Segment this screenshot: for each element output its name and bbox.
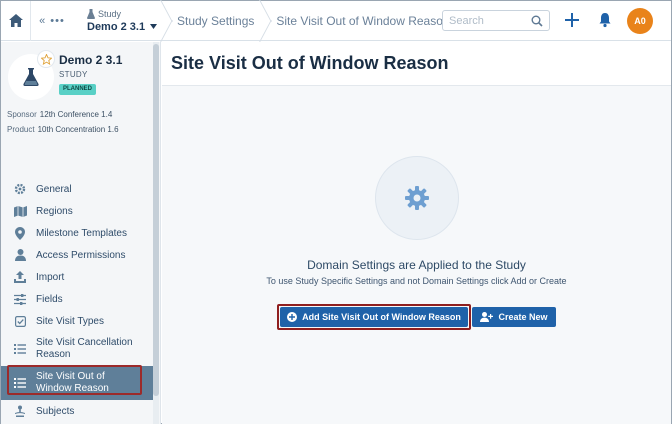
add-icon[interactable] xyxy=(564,12,580,28)
sidebar-item-site-visit-types[interactable]: Site Visit Types xyxy=(1,310,156,332)
sponsor-row: Sponsor 12th Conference 1.4 xyxy=(7,110,112,119)
sidebar-item-label: Import xyxy=(36,271,65,283)
sidebar-item-label: Site Visit Out of Window Reason xyxy=(36,371,109,394)
star-icon xyxy=(40,53,52,65)
search-input[interactable] xyxy=(449,14,531,27)
study-type: STUDY xyxy=(59,70,88,79)
sidebar-item-site-visit-out-of-window-reason[interactable]: Site Visit Out of Window Reason xyxy=(1,366,156,400)
sidebar-item-label: Site Visit Types xyxy=(36,315,104,327)
sidebar: Demo 2 3.1 STUDY PLANNED Sponsor 12th Con… xyxy=(1,42,161,424)
flask-icon xyxy=(23,68,39,86)
sidebar-item-label: Fields xyxy=(36,293,63,305)
subjects-icon xyxy=(13,404,27,418)
status-badge: PLANNED xyxy=(59,84,97,95)
breadcrumb-separator xyxy=(260,1,272,41)
empty-state-title: Domain Settings are Applied to the Study xyxy=(307,258,526,272)
create-new-label: Create New xyxy=(498,312,548,322)
sidebar-item-subjects[interactable]: Subjects xyxy=(1,400,156,422)
user-avatar[interactable]: A0 xyxy=(627,8,653,34)
upload-icon xyxy=(13,270,27,284)
map-icon xyxy=(13,204,27,218)
sidebar-item-label: Milestone Templates xyxy=(36,227,127,239)
checkbox-icon xyxy=(13,314,27,328)
empty-state-subtitle: To use Study Specific Settings and not D… xyxy=(266,276,567,286)
list-icon xyxy=(13,342,27,356)
breadcrumb-back-button[interactable]: « ••• xyxy=(31,1,73,41)
breadcrumb-separator xyxy=(161,1,173,41)
empty-state-illustration xyxy=(375,156,459,240)
product-row: Product 10th Concentration 1.6 xyxy=(7,125,119,134)
sidebar-item-milestone-templates[interactable]: Milestone Templates xyxy=(1,222,156,244)
breadcrumb-study-settings[interactable]: Study Settings xyxy=(173,14,260,28)
main-content: Site Visit Out of Window Reason Domain S… xyxy=(162,42,671,424)
search-box xyxy=(442,10,550,31)
gear-icon xyxy=(13,182,27,196)
sidebar-item-import[interactable]: Import xyxy=(1,266,156,288)
notifications-bell-icon[interactable] xyxy=(597,12,613,28)
map-pin-icon xyxy=(13,226,27,240)
sidebar-item-label: Subjects xyxy=(36,405,75,417)
study-selector-label: Study xyxy=(98,8,122,19)
sidebar-scrollbar-thumb[interactable] xyxy=(153,44,159,396)
sliders-icon xyxy=(13,292,27,306)
user-icon xyxy=(13,248,27,262)
sidebar-item-label: General xyxy=(36,183,72,195)
create-new-button[interactable]: Create New xyxy=(472,307,556,327)
add-button-label: Add Site Visit Out of Window Reason xyxy=(302,312,461,322)
sidebar-item-regions[interactable]: Regions xyxy=(1,200,156,222)
study-card: Demo 2 3.1 STUDY PLANNED Sponsor 12th Con… xyxy=(1,42,153,182)
sidebar-item-label: Site Visit Cancellation Reason xyxy=(36,337,133,360)
study-name: Demo 2 3.1 xyxy=(59,53,123,67)
breadcrumb-current-page: Site Visit Out of Window Reason xyxy=(276,13,450,28)
sponsor-value: 12th Conference 1.4 xyxy=(39,110,113,119)
flask-icon xyxy=(87,8,95,19)
sponsor-label: Sponsor xyxy=(7,110,37,119)
settings-nav: General Regions Milestone Templates Acce… xyxy=(1,178,156,422)
add-site-visit-out-of-window-reason-button[interactable]: Add Site Visit Out of Window Reason xyxy=(280,307,468,327)
page-header: Site Visit Out of Window Reason xyxy=(162,42,671,86)
list-icon xyxy=(13,376,27,390)
top-bar: « ••• Study Demo 2 3.1 Study Settings Si… xyxy=(1,0,671,41)
caret-down-icon xyxy=(150,24,158,29)
search-icon[interactable] xyxy=(531,15,543,27)
sidebar-scrollbar[interactable] xyxy=(153,42,159,424)
sidebar-item-site-visit-cancellation-reason[interactable]: Site Visit Cancellation Reason xyxy=(1,332,156,366)
plus-circle-icon xyxy=(287,312,298,322)
home-icon xyxy=(8,14,23,27)
sidebar-item-access-permissions[interactable]: Access Permissions xyxy=(1,244,156,266)
product-value: 10th Concentration 1.6 xyxy=(37,125,119,134)
sidebar-item-label: Access Permissions xyxy=(36,249,126,261)
gear-icon xyxy=(405,186,429,210)
page-title: Site Visit Out of Window Reason xyxy=(171,53,449,73)
sidebar-item-label: Regions xyxy=(36,205,73,217)
product-label: Product xyxy=(7,125,35,134)
home-button[interactable] xyxy=(1,0,31,41)
study-selector[interactable]: Study Demo 2 3.1 xyxy=(73,1,161,41)
sidebar-item-fields[interactable]: Fields xyxy=(1,288,156,310)
favorite-star-button[interactable] xyxy=(37,50,55,68)
add-user-icon xyxy=(480,312,494,322)
study-selector-value: Demo 2 3.1 xyxy=(87,20,146,33)
sidebar-item-general[interactable]: General xyxy=(1,178,156,200)
